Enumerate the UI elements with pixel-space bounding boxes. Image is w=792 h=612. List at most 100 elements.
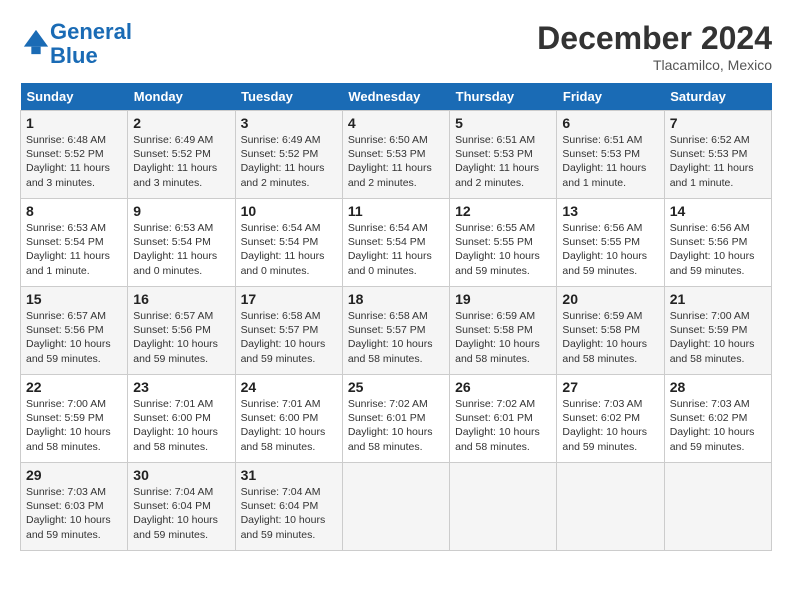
day-info: Sunrise: 6:49 AM Sunset: 5:52 PM Dayligh… bbox=[133, 133, 229, 190]
day-info: Sunrise: 7:04 AM Sunset: 6:04 PM Dayligh… bbox=[133, 485, 229, 542]
day-info: Sunrise: 6:54 AM Sunset: 5:54 PM Dayligh… bbox=[348, 221, 444, 278]
day-number: 1 bbox=[26, 115, 122, 131]
logo-icon bbox=[22, 28, 50, 56]
day-header-monday: Monday bbox=[128, 83, 235, 111]
day-number: 4 bbox=[348, 115, 444, 131]
calendar-cell: 5 Sunrise: 6:51 AM Sunset: 5:53 PM Daylig… bbox=[450, 111, 557, 199]
calendar-cell bbox=[450, 463, 557, 551]
calendar-cell: 27Sunrise: 7:03 AM Sunset: 6:02 PM Dayli… bbox=[557, 375, 664, 463]
calendar-table: SundayMondayTuesdayWednesdayThursdayFrid… bbox=[20, 83, 772, 551]
day-info: Sunrise: 6:57 AM Sunset: 5:56 PM Dayligh… bbox=[133, 309, 229, 366]
calendar-cell: 11 Sunrise: 6:54 AM Sunset: 5:54 PM Dayli… bbox=[342, 199, 449, 287]
calendar-cell: 26Sunrise: 7:02 AM Sunset: 6:01 PM Dayli… bbox=[450, 375, 557, 463]
day-info: Sunrise: 6:57 AM Sunset: 5:56 PM Dayligh… bbox=[26, 309, 122, 366]
calendar-cell: 9 Sunrise: 6:53 AM Sunset: 5:54 PM Daylig… bbox=[128, 199, 235, 287]
day-number: 12 bbox=[455, 203, 551, 219]
day-number: 11 bbox=[348, 203, 444, 219]
day-header-friday: Friday bbox=[557, 83, 664, 111]
day-info: Sunrise: 7:03 AM Sunset: 6:02 PM Dayligh… bbox=[670, 397, 766, 454]
logo: GeneralBlue bbox=[20, 20, 132, 68]
calendar-cell: 7Sunrise: 6:52 AM Sunset: 5:53 PM Daylig… bbox=[664, 111, 771, 199]
week-row-3: 15 Sunrise: 6:57 AM Sunset: 5:56 PM Dayli… bbox=[21, 287, 772, 375]
day-number: 14 bbox=[670, 203, 766, 219]
calendar-cell: 3 Sunrise: 6:49 AM Sunset: 5:52 PM Daylig… bbox=[235, 111, 342, 199]
day-info: Sunrise: 6:58 AM Sunset: 5:57 PM Dayligh… bbox=[241, 309, 337, 366]
day-number: 25 bbox=[348, 379, 444, 395]
calendar-cell: 13Sunrise: 6:56 AM Sunset: 5:55 PM Dayli… bbox=[557, 199, 664, 287]
day-number: 2 bbox=[133, 115, 229, 131]
calendar-cell: 17 Sunrise: 6:58 AM Sunset: 5:57 PM Dayli… bbox=[235, 287, 342, 375]
day-info: Sunrise: 7:04 AM Sunset: 6:04 PM Dayligh… bbox=[241, 485, 337, 542]
calendar-cell: 22 Sunrise: 7:00 AM Sunset: 5:59 PM Dayli… bbox=[21, 375, 128, 463]
day-number: 22 bbox=[26, 379, 122, 395]
day-info: Sunrise: 7:01 AM Sunset: 6:00 PM Dayligh… bbox=[133, 397, 229, 454]
day-number: 5 bbox=[455, 115, 551, 131]
day-info: Sunrise: 7:00 AM Sunset: 5:59 PM Dayligh… bbox=[26, 397, 122, 454]
day-number: 15 bbox=[26, 291, 122, 307]
calendar-cell: 20 Sunrise: 6:59 AM Sunset: 5:58 PM Dayli… bbox=[557, 287, 664, 375]
month-title: December 2024 bbox=[537, 20, 772, 57]
calendar-cell: 18 Sunrise: 6:58 AM Sunset: 5:57 PM Dayli… bbox=[342, 287, 449, 375]
week-row-5: 29 Sunrise: 7:03 AM Sunset: 6:03 PM Dayli… bbox=[21, 463, 772, 551]
calendar-cell: 30 Sunrise: 7:04 AM Sunset: 6:04 PM Dayli… bbox=[128, 463, 235, 551]
day-number: 7 bbox=[670, 115, 766, 131]
calendar-cell: 6 Sunrise: 6:51 AM Sunset: 5:53 PM Daylig… bbox=[557, 111, 664, 199]
calendar-cell: 15 Sunrise: 6:57 AM Sunset: 5:56 PM Dayli… bbox=[21, 287, 128, 375]
day-info: Sunrise: 6:56 AM Sunset: 5:56 PM Dayligh… bbox=[670, 221, 766, 278]
day-number: 20 bbox=[562, 291, 658, 307]
calendar-cell: 12 Sunrise: 6:55 AM Sunset: 5:55 PM Dayli… bbox=[450, 199, 557, 287]
day-number: 30 bbox=[133, 467, 229, 483]
day-number: 10 bbox=[241, 203, 337, 219]
day-info: Sunrise: 7:01 AM Sunset: 6:00 PM Dayligh… bbox=[241, 397, 337, 454]
week-row-4: 22 Sunrise: 7:00 AM Sunset: 5:59 PM Dayli… bbox=[21, 375, 772, 463]
calendar-cell: 19Sunrise: 6:59 AM Sunset: 5:58 PM Dayli… bbox=[450, 287, 557, 375]
day-number: 24 bbox=[241, 379, 337, 395]
logo-text: GeneralBlue bbox=[50, 20, 132, 68]
day-number: 27 bbox=[562, 379, 658, 395]
day-info: Sunrise: 6:58 AM Sunset: 5:57 PM Dayligh… bbox=[348, 309, 444, 366]
day-header-sunday: Sunday bbox=[21, 83, 128, 111]
day-info: Sunrise: 6:59 AM Sunset: 5:58 PM Dayligh… bbox=[562, 309, 658, 366]
week-row-2: 8 Sunrise: 6:53 AM Sunset: 5:54 PM Daylig… bbox=[21, 199, 772, 287]
day-header-wednesday: Wednesday bbox=[342, 83, 449, 111]
day-info: Sunrise: 7:00 AM Sunset: 5:59 PM Dayligh… bbox=[670, 309, 766, 366]
day-number: 29 bbox=[26, 467, 122, 483]
calendar-cell: 8Sunrise: 6:53 AM Sunset: 5:54 PM Daylig… bbox=[21, 199, 128, 287]
title-area: December 2024 Tlacamilco, Mexico bbox=[537, 20, 772, 73]
calendar-cell bbox=[342, 463, 449, 551]
calendar-cell: 1 Sunrise: 6:48 AM Sunset: 5:52 PM Daylig… bbox=[21, 111, 128, 199]
day-info: Sunrise: 6:59 AM Sunset: 5:58 PM Dayligh… bbox=[455, 309, 551, 366]
day-number: 17 bbox=[241, 291, 337, 307]
day-number: 3 bbox=[241, 115, 337, 131]
day-info: Sunrise: 7:02 AM Sunset: 6:01 PM Dayligh… bbox=[455, 397, 551, 454]
location: Tlacamilco, Mexico bbox=[537, 57, 772, 73]
day-info: Sunrise: 6:49 AM Sunset: 5:52 PM Dayligh… bbox=[241, 133, 337, 190]
calendar-cell bbox=[664, 463, 771, 551]
calendar-cell: 24 Sunrise: 7:01 AM Sunset: 6:00 PM Dayli… bbox=[235, 375, 342, 463]
day-number: 8 bbox=[26, 203, 122, 219]
calendar-cell: 23Sunrise: 7:01 AM Sunset: 6:00 PM Dayli… bbox=[128, 375, 235, 463]
day-info: Sunrise: 6:53 AM Sunset: 5:54 PM Dayligh… bbox=[133, 221, 229, 278]
day-info: Sunrise: 6:51 AM Sunset: 5:53 PM Dayligh… bbox=[455, 133, 551, 190]
day-info: Sunrise: 6:51 AM Sunset: 5:53 PM Dayligh… bbox=[562, 133, 658, 190]
day-number: 6 bbox=[562, 115, 658, 131]
days-header-row: SundayMondayTuesdayWednesdayThursdayFrid… bbox=[21, 83, 772, 111]
day-header-tuesday: Tuesday bbox=[235, 83, 342, 111]
day-number: 28 bbox=[670, 379, 766, 395]
day-header-saturday: Saturday bbox=[664, 83, 771, 111]
day-number: 21 bbox=[670, 291, 766, 307]
page-header: GeneralBlue December 2024 Tlacamilco, Me… bbox=[20, 20, 772, 73]
day-info: Sunrise: 6:55 AM Sunset: 5:55 PM Dayligh… bbox=[455, 221, 551, 278]
calendar-cell: 14 Sunrise: 6:56 AM Sunset: 5:56 PM Dayli… bbox=[664, 199, 771, 287]
day-number: 9 bbox=[133, 203, 229, 219]
day-number: 18 bbox=[348, 291, 444, 307]
day-info: Sunrise: 7:03 AM Sunset: 6:03 PM Dayligh… bbox=[26, 485, 122, 542]
calendar-cell: 25 Sunrise: 7:02 AM Sunset: 6:01 PM Dayli… bbox=[342, 375, 449, 463]
day-info: Sunrise: 7:02 AM Sunset: 6:01 PM Dayligh… bbox=[348, 397, 444, 454]
calendar-cell: 10Sunrise: 6:54 AM Sunset: 5:54 PM Dayli… bbox=[235, 199, 342, 287]
calendar-cell: 4Sunrise: 6:50 AM Sunset: 5:53 PM Daylig… bbox=[342, 111, 449, 199]
day-info: Sunrise: 6:48 AM Sunset: 5:52 PM Dayligh… bbox=[26, 133, 122, 190]
calendar-cell: 16Sunrise: 6:57 AM Sunset: 5:56 PM Dayli… bbox=[128, 287, 235, 375]
calendar-cell: 2 Sunrise: 6:49 AM Sunset: 5:52 PM Daylig… bbox=[128, 111, 235, 199]
day-header-thursday: Thursday bbox=[450, 83, 557, 111]
